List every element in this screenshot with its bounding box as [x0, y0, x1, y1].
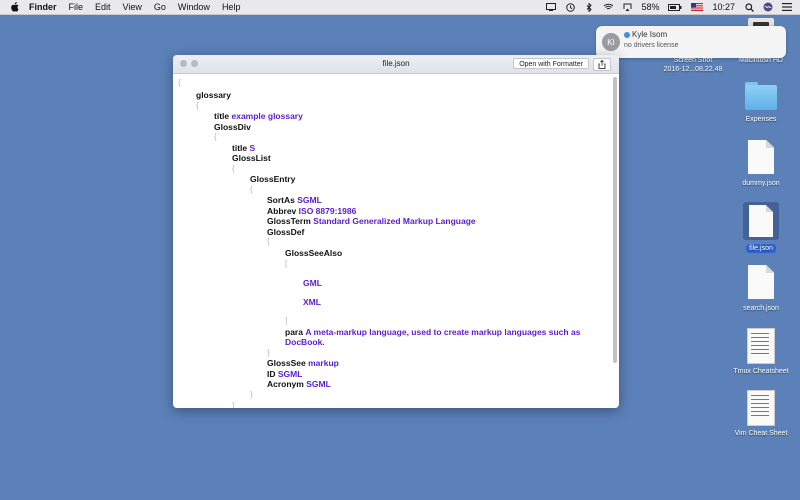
share-icon: [598, 60, 606, 69]
pdf-document-icon: [747, 328, 775, 364]
menu-window[interactable]: Window: [178, 2, 210, 12]
json-row: GlossTerm Standard Generalized Markup La…: [267, 216, 476, 226]
brace: {: [214, 132, 217, 141]
brace: {: [232, 164, 235, 173]
selected-icon-highlight: [743, 202, 779, 240]
document-icon: [748, 140, 774, 174]
json-key: title: [232, 143, 248, 153]
json-key: Abbrev: [267, 206, 297, 216]
search-icon[interactable]: [744, 2, 754, 12]
json-value: SGML: [306, 379, 331, 389]
json-row: SortAs SGML: [267, 195, 322, 205]
avatar: KI: [602, 33, 620, 51]
brace: }: [250, 390, 253, 399]
json-key: para: [285, 327, 303, 337]
json-key: ID: [267, 369, 276, 379]
json-row: Acronym SGML: [267, 379, 331, 389]
bracket: [: [285, 259, 288, 268]
json-value: DocBook.: [285, 337, 325, 347]
desktop-icon-search-json[interactable]: search.json: [721, 265, 800, 313]
desktop-icon-label: file.json: [746, 244, 776, 253]
us-flag-icon[interactable]: [691, 3, 704, 12]
json-key: GlossSeeAlso: [285, 248, 343, 258]
bluetooth-icon[interactable]: [584, 2, 594, 12]
folder-icon: [745, 82, 777, 110]
notification-banner[interactable]: KI Kyle Isom no drivers license: [596, 26, 786, 58]
desktop-icon-dummy-json[interactable]: dummy.json: [721, 140, 800, 188]
json-value: Standard Generalized Markup Language: [313, 216, 476, 226]
monitor-icon[interactable]: [546, 3, 557, 12]
menu-finder[interactable]: Finder: [29, 2, 57, 12]
json-key: GlossList: [232, 153, 271, 163]
desktop-icon-vim-cheat-sheet[interactable]: Vim Cheat Sheet: [721, 390, 800, 438]
json-value: S: [249, 143, 256, 153]
vertical-scrollbar[interactable]: [613, 77, 617, 363]
json-value: GML: [303, 278, 322, 288]
json-row: para A meta-markup language, used to cre…: [285, 327, 580, 337]
wifi-icon[interactable]: [603, 3, 614, 12]
messages-app-icon: [624, 32, 630, 38]
share-button[interactable]: [593, 58, 611, 71]
clock[interactable]: 10:27: [712, 2, 735, 12]
json-row: Abbrev ISO 8879:1986: [267, 206, 356, 216]
document-icon: [749, 205, 773, 237]
notification-message: no drivers license: [624, 42, 679, 49]
json-key: GlossTerm: [267, 216, 311, 226]
json-key: Acronym: [267, 379, 304, 389]
battery-percent: 58%: [641, 2, 660, 12]
desktop-icon-expenses[interactable]: Expenses: [721, 82, 800, 124]
json-key: GlossSee: [267, 358, 306, 368]
desktop-icon-file-json[interactable]: file.json: [721, 202, 800, 253]
json-value: example glossary: [231, 111, 303, 121]
menu-view[interactable]: View: [123, 2, 142, 12]
json-row: GlossSee markup: [267, 358, 339, 368]
bracket: ]: [285, 316, 288, 325]
brace: }: [232, 401, 235, 408]
json-value: XML: [303, 297, 321, 307]
json-key: GlossEntry: [250, 174, 296, 184]
json-value: SGML: [277, 369, 303, 379]
desktop-icon-tmux-cheatsheet[interactable]: Tmux Cheatsheet: [721, 328, 800, 376]
quicklook-window: file.json Open with Formatter { glossary…: [173, 55, 619, 408]
json-key: GlossDef: [267, 227, 305, 237]
pdf-document-icon: [747, 390, 775, 426]
json-row: title example glossary: [214, 111, 303, 121]
menu-edit[interactable]: Edit: [95, 2, 111, 12]
json-value: SGML: [297, 195, 322, 205]
json-key: glossary: [196, 90, 231, 100]
menu-bar: Finder File Edit View Go Window Help 58%…: [0, 0, 800, 15]
json-key: title: [214, 111, 230, 121]
json-row: title S: [232, 143, 255, 153]
brace: {: [250, 185, 253, 194]
brace: {: [178, 78, 181, 87]
notification-center-icon[interactable]: [782, 3, 792, 12]
menu-help[interactable]: Help: [222, 2, 241, 12]
json-value: A meta-markup language, used to create m…: [305, 327, 581, 337]
json-value: ISO 8879:1986: [298, 206, 357, 216]
menu-file[interactable]: File: [69, 2, 84, 12]
apple-menu-icon[interactable]: [9, 2, 19, 12]
siri-icon[interactable]: [763, 2, 773, 12]
window-titlebar[interactable]: file.json Open with Formatter: [173, 55, 619, 74]
notification-title: Kyle Isom: [632, 30, 668, 39]
desktop-icon-label: Tmux Cheatsheet: [733, 368, 789, 375]
document-icon: [748, 265, 774, 299]
desktop-icon-label: dummy.json: [742, 180, 780, 187]
airplay-icon[interactable]: [622, 3, 632, 12]
battery-icon[interactable]: [668, 3, 682, 12]
desktop-icon-label: search.json: [743, 305, 779, 312]
json-value: markup: [308, 358, 339, 368]
desktop-icon-label: Vim Cheat Sheet: [734, 430, 788, 437]
desktop-icon-label: Expenses: [745, 116, 777, 123]
json-row: ID SGML: [267, 369, 302, 379]
brace: {: [267, 237, 270, 246]
json-key: GlossDiv: [214, 122, 251, 132]
json-viewer[interactable]: { glossary { title example glossary Glos…: [173, 74, 611, 408]
menu-go[interactable]: Go: [154, 2, 166, 12]
open-with-formatter-button[interactable]: Open with Formatter: [513, 58, 589, 69]
json-key: SortAs: [267, 195, 295, 205]
brace: {: [196, 101, 199, 110]
time-machine-icon[interactable]: [565, 2, 575, 12]
brace: }: [267, 348, 270, 357]
